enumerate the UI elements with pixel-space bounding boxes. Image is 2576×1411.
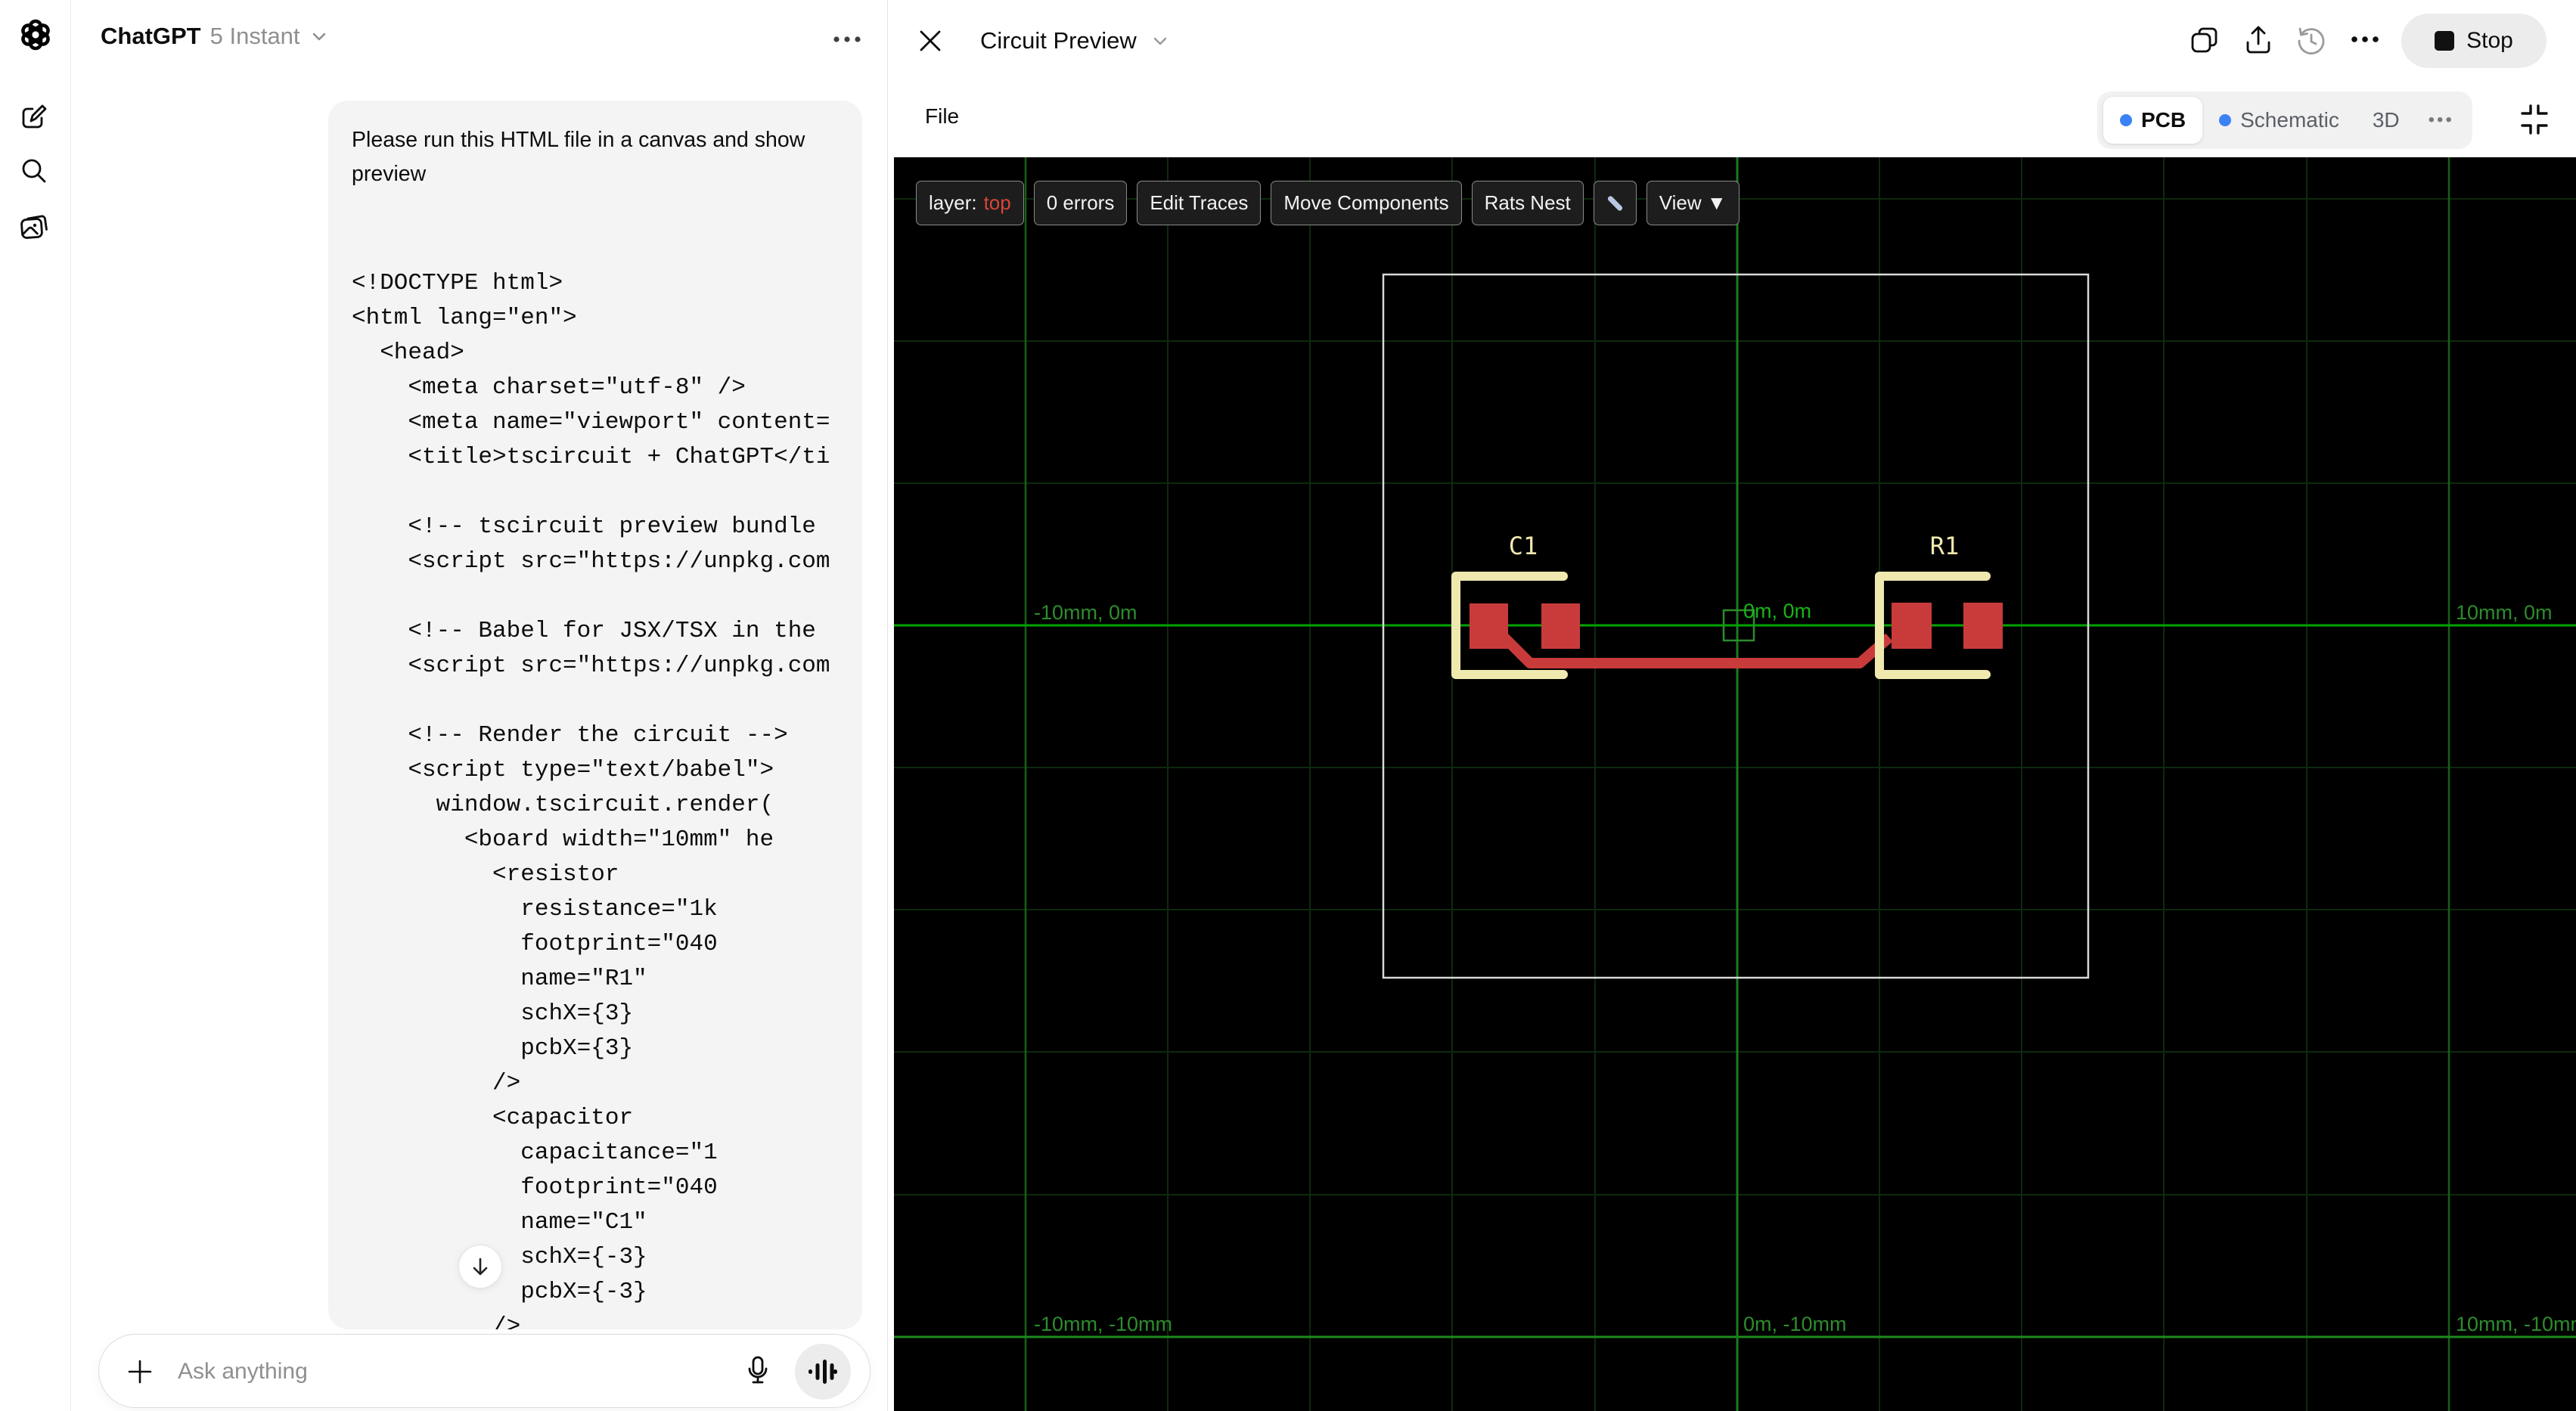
stop-button[interactable]: Stop [2401,14,2547,68]
chat-input[interactable] [178,1353,662,1391]
layer-label: layer: [929,191,977,214]
conversation-options-icon[interactable] [830,30,864,48]
tab-schematic-label: Schematic [2240,108,2339,132]
grid-major-lines [894,157,2576,1411]
layer-button[interactable]: layer: top [916,181,1024,225]
errors-button[interactable]: 0 errors [1033,181,1128,225]
microphone-icon[interactable] [739,1353,777,1391]
model-name: 5 Instant [209,23,300,49]
model-picker[interactable]: ChatGPT 5 Instant [101,20,329,53]
tab-pcb[interactable]: PCB [2103,97,2203,144]
history-icon[interactable] [2295,24,2328,57]
chat-composer[interactable] [98,1334,871,1408]
canvas-title-dropdown[interactable]: Circuit Preview [980,26,1170,56]
rats-nest-button[interactable]: Rats Nest [1471,181,1584,225]
copy-icon[interactable] [2188,24,2221,57]
tab-3d-label: 3D [2372,108,2400,132]
arrow-down-icon [473,1257,488,1276]
pencil-tool-button[interactable] [1593,181,1637,225]
c1-label: C1 [1509,532,1538,560]
close-icon[interactable] [915,26,945,56]
r1-pad-1[interactable] [1892,603,1932,649]
layer-value: top [983,191,1011,214]
errors-label: 0 errors [1046,191,1115,214]
app-rail [0,0,71,1411]
canvas-panel: Circuit Preview Stop File PCB Schematic … [887,0,2576,1411]
user-code-block: <!DOCTYPE html> <html lang="en"> <head> … [352,270,830,1329]
c1-pad-1[interactable] [1470,603,1508,649]
stop-label: Stop [2466,28,2513,53]
user-message-bubble: Please run this HTML file in a canvas an… [328,101,862,1329]
file-menu[interactable]: File [925,104,959,129]
stop-square-icon [2435,31,2455,51]
coord-label-left: -10mm, 0m [1034,601,1137,624]
library-icon[interactable] [19,212,49,242]
pcb-drawing: C1 R1 -10mm, 0m 0m, 0m 10mm, 0m -10mm, -… [894,157,2576,1411]
openai-logo [19,18,50,51]
coord-label-right: 10mm, 0m [2456,601,2553,624]
pcb-status-dot [2120,114,2132,126]
scroll-to-bottom-button[interactable] [458,1245,502,1289]
voice-mode-button[interactable] [795,1344,851,1400]
coord-label-bottom-center: 0m, -10mm [1743,1313,1847,1335]
chevron-down-icon [1153,37,1166,45]
chevron-down-icon [312,33,325,41]
pcb-canvas[interactable]: C1 R1 -10mm, 0m 0m, 0m 10mm, 0m -10mm, -… [894,157,2576,1411]
component-r1[interactable]: R1 [1875,532,2003,679]
canvas-title: Circuit Preview [980,27,1137,54]
chat-column: ChatGPT 5 Instant Please run this HTML f… [71,0,887,1411]
attach-plus-icon[interactable] [125,1357,155,1387]
view-dropdown-button[interactable]: View ▼ [1646,181,1740,225]
rats-nest-label: Rats Nest [1484,191,1571,214]
tab-pcb-label: PCB [2141,108,2186,132]
r1-pad-2[interactable] [1963,603,2003,649]
view-label: View ▼ [1659,191,1727,214]
r1-label: R1 [1930,532,1960,560]
move-components-label: Move Components [1283,191,1449,214]
edit-traces-label: Edit Traces [1150,191,1249,214]
more-options-icon[interactable] [2348,30,2381,64]
new-chat-icon[interactable] [19,101,49,132]
user-message-text: Please run this HTML file in a canvas an… [352,128,805,186]
waveform-icon [808,1360,837,1384]
coord-label-origin: 0m, 0m [1743,600,1811,622]
coord-label-bottom-left: -10mm, -10mm [1034,1313,1172,1335]
tab-3d[interactable]: 3D [2356,97,2416,144]
tabs-more-icon[interactable]: ••• [2416,110,2466,131]
brand-title: ChatGPT [101,23,201,49]
move-components-button[interactable]: Move Components [1271,181,1462,225]
edit-traces-button[interactable]: Edit Traces [1137,181,1262,225]
pcb-toolbar: layer: top 0 errors Edit Traces Move Com… [916,181,1740,225]
c1-pad-2[interactable] [1541,603,1580,649]
share-icon[interactable] [2242,24,2275,57]
grid-minor-lines [894,157,2576,1411]
grid-coordinate-labels: -10mm, 0m 0m, 0m 10mm, 0m -10mm, -10mm 0… [1034,600,2576,1335]
tab-schematic[interactable]: Schematic [2202,97,2356,144]
search-icon[interactable] [19,156,49,186]
view-mode-switcher: PCB Schematic 3D ••• [2097,91,2472,149]
schematic-status-dot [2219,114,2232,126]
coord-label-bottom-right: 10mm, -10mm [2456,1313,2576,1335]
pencil-icon [1607,195,1622,211]
collapse-fullscreen-icon[interactable] [2518,103,2551,136]
